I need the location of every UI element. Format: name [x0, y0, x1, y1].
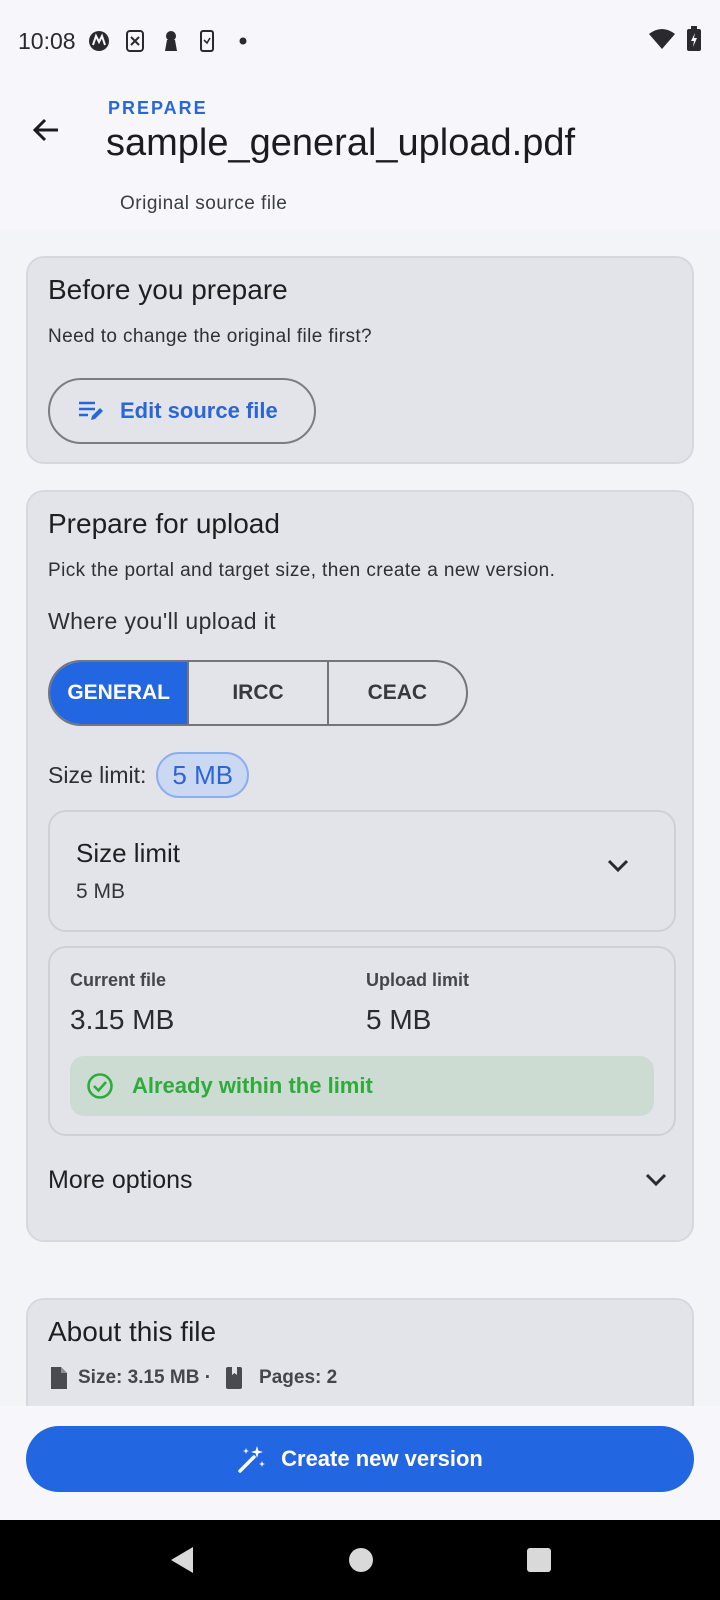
file-pages-text: Pages: 2	[259, 1367, 338, 1388]
create-new-version-button[interactable]: Create new version	[26, 1426, 694, 1492]
prepare-card-title: Prepare for upload	[48, 508, 280, 539]
magic-wand-icon	[238, 1446, 266, 1473]
current-file-value: 3.15 MB	[70, 1004, 175, 1035]
status-time: 10:08	[18, 27, 76, 54]
dot-icon	[232, 30, 254, 52]
back-button[interactable]	[24, 108, 68, 152]
battery-icon	[686, 25, 702, 57]
prepare-card-text: Pick the portal and target size, then cr…	[48, 560, 556, 581]
size-limit-line: Size limit: 5 MB	[48, 752, 250, 798]
before-card-text: Need to change the original file first?	[48, 326, 373, 347]
dropdown-label: Size limit	[76, 838, 181, 868]
nav-recents-icon[interactable]	[525, 1546, 553, 1574]
about-card-title: About this file	[48, 1316, 217, 1347]
file-stats-panel: Current file 3.15 MB Upload limit 5 MB A…	[48, 946, 676, 1136]
system-navigation-bar	[0, 1520, 720, 1600]
book-icon	[226, 1367, 243, 1389]
status-bar: 10:08	[0, 0, 720, 82]
file-meta-row: Size: 3.15 MB · Pages: 2	[48, 1366, 337, 1390]
motorola-icon	[88, 30, 110, 52]
portal-segmented-control: GENERAL IRCC CEAC	[48, 660, 468, 726]
content-scroll[interactable]: Before you prepare Need to change the or…	[0, 230, 720, 1406]
app-bar: PREPARE sample_general_upload.pdf Origin…	[0, 82, 720, 230]
dropdown-value: 5 MB	[76, 880, 126, 903]
where-upload-label: Where you'll upload it	[48, 608, 276, 634]
portal-option-ceac[interactable]: CEAC	[329, 662, 466, 724]
before-prepare-card: Before you prepare Need to change the or…	[26, 256, 694, 464]
size-limit-dropdown[interactable]: Size limit 5 MB	[48, 810, 676, 932]
edit-note-icon	[79, 401, 103, 420]
page-overline: PREPARE	[108, 98, 208, 118]
upload-limit-value: 5 MB	[366, 1004, 432, 1035]
page-title: sample_general_upload.pdf	[106, 122, 576, 164]
upload-limit-label: Upload limit	[366, 970, 469, 990]
arrow-back-icon	[32, 118, 58, 142]
phone-icon	[196, 30, 218, 52]
more-options-toggle[interactable]: More options	[48, 1160, 668, 1200]
about-file-card: About this file Size: 3.15 MB · Pages: 2	[26, 1298, 694, 1406]
file-icon	[51, 1367, 67, 1389]
status-banner: Already within the limit	[70, 1056, 654, 1116]
sim-icon	[124, 30, 146, 52]
chevron-down-icon	[645, 1173, 667, 1187]
edit-source-file-label: Edit source file	[120, 398, 278, 423]
chevron-down-icon	[607, 859, 629, 873]
edit-source-file-button[interactable]: Edit source file	[48, 378, 316, 444]
file-size-text: Size: 3.15 MB ·	[78, 1367, 212, 1388]
keyhole-icon	[160, 30, 182, 52]
prepare-upload-card: Prepare for upload Pick the portal and t…	[26, 490, 694, 1242]
more-options-label: More options	[48, 1165, 193, 1194]
before-card-title: Before you prepare	[48, 274, 288, 305]
check-circle-icon	[87, 1073, 113, 1099]
portal-option-ircc[interactable]: IRCC	[189, 662, 329, 724]
portal-option-general[interactable]: GENERAL	[50, 662, 190, 724]
bottom-action-bar: Create new version	[0, 1406, 720, 1520]
current-file-label: Current file	[70, 970, 167, 990]
size-limit-label: Size limit:	[48, 761, 147, 788]
wifi-icon	[648, 28, 676, 55]
nav-home-icon[interactable]	[347, 1546, 375, 1574]
nav-back-icon[interactable]	[167, 1544, 197, 1576]
status-message: Already within the limit	[132, 1073, 373, 1098]
size-limit-chip: 5 MB	[156, 752, 250, 798]
page-subtitle: Original source file	[120, 193, 288, 214]
create-new-version-label: Create new version	[281, 1446, 483, 1471]
